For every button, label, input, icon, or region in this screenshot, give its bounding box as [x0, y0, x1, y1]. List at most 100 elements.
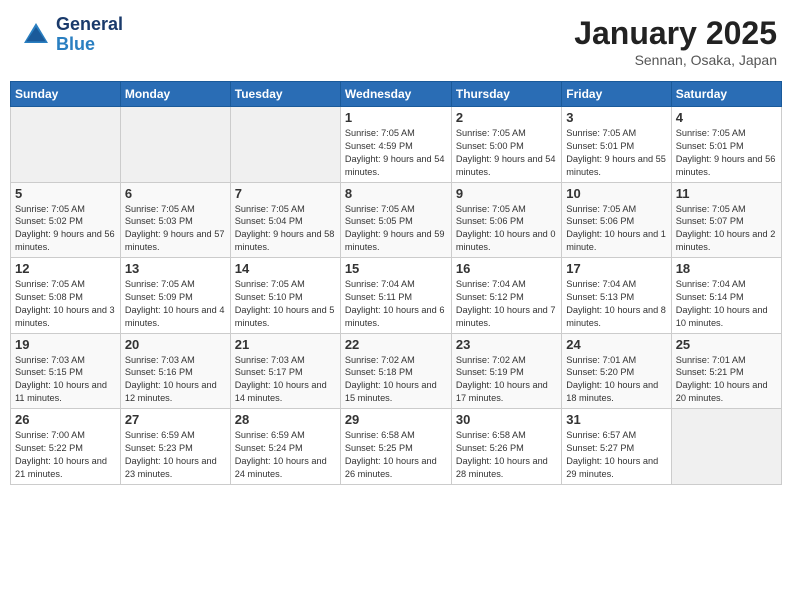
- day-info: Sunrise: 7:05 AM Sunset: 5:08 PM Dayligh…: [15, 278, 116, 330]
- daylight-label: Daylight: 10 hours and 28 minutes.: [456, 456, 548, 479]
- sunset-label: Sunset: 4:59 PM: [345, 141, 413, 151]
- day-number: 24: [566, 337, 666, 352]
- sunrise-label: Sunrise: 6:58 AM: [345, 430, 415, 440]
- day-number: 13: [125, 261, 226, 276]
- day-info: Sunrise: 7:05 AM Sunset: 5:01 PM Dayligh…: [676, 127, 777, 179]
- calendar-cell: 26 Sunrise: 7:00 AM Sunset: 5:22 PM Dayl…: [11, 409, 121, 485]
- daylight-label: Daylight: 10 hours and 2 minutes.: [676, 229, 776, 252]
- sunset-label: Sunset: 5:08 PM: [15, 292, 83, 302]
- day-info: Sunrise: 7:05 AM Sunset: 5:01 PM Dayligh…: [566, 127, 666, 179]
- daylight-label: Daylight: 9 hours and 56 minutes.: [676, 154, 776, 177]
- day-info: Sunrise: 7:05 AM Sunset: 5:10 PM Dayligh…: [235, 278, 336, 330]
- sunset-label: Sunset: 5:19 PM: [456, 367, 524, 377]
- day-info: Sunrise: 7:01 AM Sunset: 5:20 PM Dayligh…: [566, 354, 666, 406]
- day-number: 3: [566, 110, 666, 125]
- calendar-cell: 17 Sunrise: 7:04 AM Sunset: 5:13 PM Dayl…: [562, 258, 671, 334]
- calendar-cell: 20 Sunrise: 7:03 AM Sunset: 5:16 PM Dayl…: [120, 333, 230, 409]
- sunset-label: Sunset: 5:26 PM: [456, 443, 524, 453]
- sunrise-label: Sunrise: 7:05 AM: [15, 204, 85, 214]
- daylight-label: Daylight: 10 hours and 1 minute.: [566, 229, 666, 252]
- day-number: 30: [456, 412, 557, 427]
- day-info: Sunrise: 7:04 AM Sunset: 5:11 PM Dayligh…: [345, 278, 447, 330]
- calendar-cell: 31 Sunrise: 6:57 AM Sunset: 5:27 PM Dayl…: [562, 409, 671, 485]
- header-saturday: Saturday: [671, 82, 781, 107]
- daylight-label: Daylight: 9 hours and 56 minutes.: [15, 229, 115, 252]
- daylight-label: Daylight: 9 hours and 55 minutes.: [566, 154, 666, 177]
- calendar-cell: 18 Sunrise: 7:04 AM Sunset: 5:14 PM Dayl…: [671, 258, 781, 334]
- daylight-label: Daylight: 10 hours and 7 minutes.: [456, 305, 556, 328]
- day-number: 5: [15, 186, 116, 201]
- daylight-label: Daylight: 10 hours and 26 minutes.: [345, 456, 437, 479]
- sunrise-label: Sunrise: 7:05 AM: [235, 279, 305, 289]
- day-info: Sunrise: 7:04 AM Sunset: 5:13 PM Dayligh…: [566, 278, 666, 330]
- day-info: Sunrise: 7:02 AM Sunset: 5:19 PM Dayligh…: [456, 354, 557, 406]
- calendar-header-row: SundayMondayTuesdayWednesdayThursdayFrid…: [11, 82, 782, 107]
- sunrise-label: Sunrise: 7:05 AM: [345, 128, 415, 138]
- day-number: 29: [345, 412, 447, 427]
- sunrise-label: Sunrise: 6:59 AM: [125, 430, 195, 440]
- calendar-cell: [120, 107, 230, 183]
- day-info: Sunrise: 6:58 AM Sunset: 5:26 PM Dayligh…: [456, 429, 557, 481]
- sunrise-label: Sunrise: 6:57 AM: [566, 430, 636, 440]
- calendar-cell: 25 Sunrise: 7:01 AM Sunset: 5:21 PM Dayl…: [671, 333, 781, 409]
- title-block: January 2025 Sennan, Osaka, Japan: [574, 15, 777, 68]
- daylight-label: Daylight: 10 hours and 20 minutes.: [676, 380, 768, 403]
- calendar-cell: 14 Sunrise: 7:05 AM Sunset: 5:10 PM Dayl…: [230, 258, 340, 334]
- day-info: Sunrise: 7:05 AM Sunset: 5:04 PM Dayligh…: [235, 203, 336, 255]
- day-info: Sunrise: 7:03 AM Sunset: 5:17 PM Dayligh…: [235, 354, 336, 406]
- day-number: 10: [566, 186, 666, 201]
- daylight-label: Daylight: 10 hours and 8 minutes.: [566, 305, 666, 328]
- daylight-label: Daylight: 10 hours and 6 minutes.: [345, 305, 445, 328]
- day-number: 19: [15, 337, 116, 352]
- calendar-cell: [11, 107, 121, 183]
- logo: General Blue: [20, 15, 123, 55]
- sunset-label: Sunset: 5:25 PM: [345, 443, 413, 453]
- sunrise-label: Sunrise: 7:01 AM: [676, 355, 746, 365]
- calendar-cell: 16 Sunrise: 7:04 AM Sunset: 5:12 PM Dayl…: [451, 258, 561, 334]
- sunrise-label: Sunrise: 7:05 AM: [456, 128, 526, 138]
- day-number: 14: [235, 261, 336, 276]
- header-monday: Monday: [120, 82, 230, 107]
- calendar-cell: 10 Sunrise: 7:05 AM Sunset: 5:06 PM Dayl…: [562, 182, 671, 258]
- sunset-label: Sunset: 5:11 PM: [345, 292, 412, 302]
- calendar-cell: 28 Sunrise: 6:59 AM Sunset: 5:24 PM Dayl…: [230, 409, 340, 485]
- day-number: 2: [456, 110, 557, 125]
- day-info: Sunrise: 7:05 AM Sunset: 5:05 PM Dayligh…: [345, 203, 447, 255]
- calendar-cell: 24 Sunrise: 7:01 AM Sunset: 5:20 PM Dayl…: [562, 333, 671, 409]
- day-info: Sunrise: 6:58 AM Sunset: 5:25 PM Dayligh…: [345, 429, 447, 481]
- calendar-cell: 30 Sunrise: 6:58 AM Sunset: 5:26 PM Dayl…: [451, 409, 561, 485]
- day-number: 4: [676, 110, 777, 125]
- day-number: 21: [235, 337, 336, 352]
- sunrise-label: Sunrise: 7:04 AM: [456, 279, 526, 289]
- day-info: Sunrise: 7:05 AM Sunset: 4:59 PM Dayligh…: [345, 127, 447, 179]
- calendar-cell: 9 Sunrise: 7:05 AM Sunset: 5:06 PM Dayli…: [451, 182, 561, 258]
- day-info: Sunrise: 6:57 AM Sunset: 5:27 PM Dayligh…: [566, 429, 666, 481]
- header-thursday: Thursday: [451, 82, 561, 107]
- daylight-label: Daylight: 9 hours and 54 minutes.: [345, 154, 445, 177]
- sunset-label: Sunset: 5:27 PM: [566, 443, 634, 453]
- sunset-label: Sunset: 5:21 PM: [676, 367, 744, 377]
- sunrise-label: Sunrise: 7:05 AM: [566, 128, 636, 138]
- sunrise-label: Sunrise: 7:05 AM: [345, 204, 415, 214]
- day-number: 17: [566, 261, 666, 276]
- sunset-label: Sunset: 5:15 PM: [15, 367, 83, 377]
- day-number: 28: [235, 412, 336, 427]
- sunrise-label: Sunrise: 7:05 AM: [125, 204, 195, 214]
- sunset-label: Sunset: 5:04 PM: [235, 216, 303, 226]
- day-number: 25: [676, 337, 777, 352]
- day-info: Sunrise: 7:05 AM Sunset: 5:09 PM Dayligh…: [125, 278, 226, 330]
- daylight-label: Daylight: 9 hours and 57 minutes.: [125, 229, 225, 252]
- day-info: Sunrise: 7:00 AM Sunset: 5:22 PM Dayligh…: [15, 429, 116, 481]
- calendar-cell: 13 Sunrise: 7:05 AM Sunset: 5:09 PM Dayl…: [120, 258, 230, 334]
- sunrise-label: Sunrise: 7:02 AM: [456, 355, 526, 365]
- sunrise-label: Sunrise: 6:58 AM: [456, 430, 526, 440]
- sunrise-label: Sunrise: 7:05 AM: [125, 279, 195, 289]
- daylight-label: Daylight: 10 hours and 14 minutes.: [235, 380, 327, 403]
- day-number: 31: [566, 412, 666, 427]
- day-info: Sunrise: 7:01 AM Sunset: 5:21 PM Dayligh…: [676, 354, 777, 406]
- sunset-label: Sunset: 5:24 PM: [235, 443, 303, 453]
- day-info: Sunrise: 7:05 AM Sunset: 5:07 PM Dayligh…: [676, 203, 777, 255]
- day-info: Sunrise: 7:04 AM Sunset: 5:12 PM Dayligh…: [456, 278, 557, 330]
- day-number: 6: [125, 186, 226, 201]
- sunset-label: Sunset: 5:09 PM: [125, 292, 193, 302]
